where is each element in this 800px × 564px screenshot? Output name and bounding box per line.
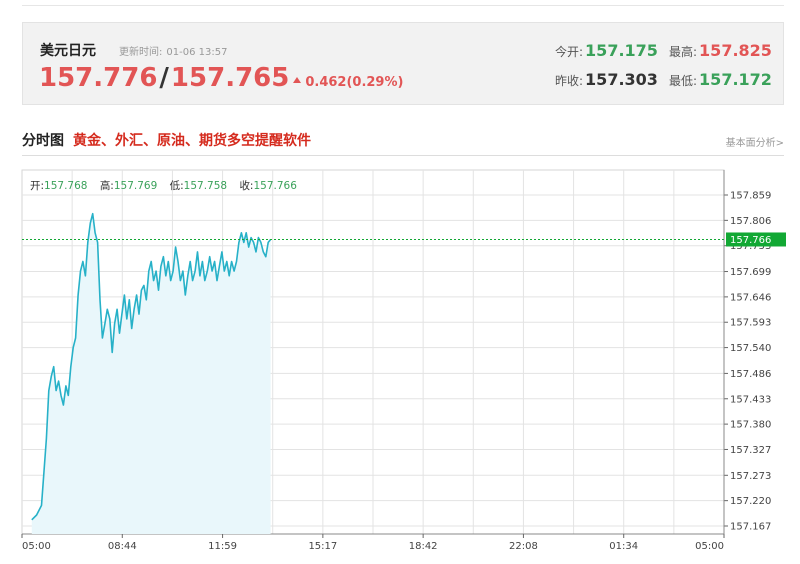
y-tick-label: 157.859 xyxy=(730,191,771,202)
ohlc-open-label: 开: xyxy=(30,180,45,192)
x-tick-label: 05:00 xyxy=(695,541,724,552)
y-tick-label: 157.433 xyxy=(730,394,771,405)
ohlc-high-label: 高: xyxy=(99,180,114,192)
y-tick-label: 157.593 xyxy=(730,318,771,329)
ohlc-readout: 开:157.768 高:157.769 低:157.758 收:157.766 xyxy=(30,178,306,193)
x-tick-label: 22:08 xyxy=(509,541,538,552)
ohlc-high-value: 157.769 xyxy=(113,180,158,192)
ohlc-close-value: 157.766 xyxy=(253,180,297,192)
ohlc-low-label: 低: xyxy=(169,180,184,192)
y-tick-label: 157.540 xyxy=(730,343,771,354)
y-tick-label: 157.327 xyxy=(730,445,771,456)
current-price-label: 157.766 xyxy=(730,235,771,246)
x-tick-label: 05:00 xyxy=(22,541,51,552)
x-tick-label: 08:44 xyxy=(108,541,137,552)
x-tick-label: 01:34 xyxy=(609,541,638,552)
x-tick-label: 11:59 xyxy=(208,541,237,552)
y-tick-label: 157.380 xyxy=(730,420,771,431)
ohlc-open-value: 157.768 xyxy=(44,180,88,192)
ohlc-low-value: 157.758 xyxy=(183,180,228,192)
ohlc-close-label: 收: xyxy=(239,180,254,192)
x-tick-label: 15:17 xyxy=(308,541,337,552)
y-tick-label: 157.646 xyxy=(730,292,771,303)
y-tick-label: 157.486 xyxy=(730,369,771,380)
intraday-chart[interactable]: 157.859157.806157.753157.699157.646157.5… xyxy=(0,0,800,564)
y-tick-label: 157.167 xyxy=(730,522,771,533)
x-tick-label: 18:42 xyxy=(409,541,438,552)
y-tick-label: 157.806 xyxy=(730,216,771,227)
y-tick-label: 157.273 xyxy=(730,471,771,482)
y-tick-label: 157.699 xyxy=(730,267,771,278)
y-tick-label: 157.220 xyxy=(730,496,771,507)
